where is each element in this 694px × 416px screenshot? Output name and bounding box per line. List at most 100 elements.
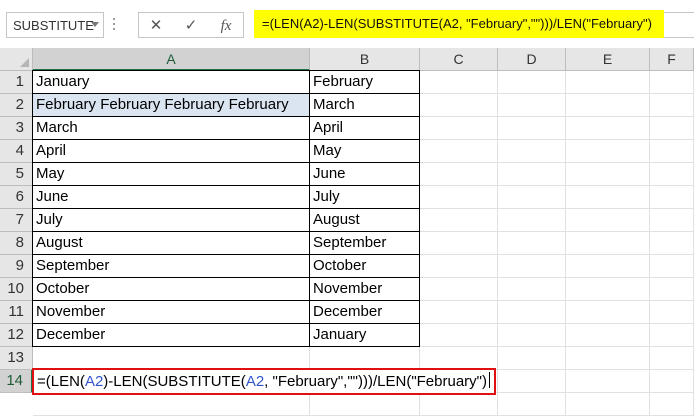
empty-cell[interactable]: [566, 255, 650, 278]
empty-cell[interactable]: [650, 393, 694, 416]
empty-cell[interactable]: [566, 163, 650, 186]
drag-handle-icon[interactable]: [112, 10, 118, 38]
empty-cell[interactable]: [566, 186, 650, 209]
empty-cell[interactable]: [420, 117, 498, 140]
cell-a10[interactable]: October: [32, 278, 310, 301]
empty-cell[interactable]: [566, 347, 650, 370]
empty-cell[interactable]: [566, 71, 650, 94]
empty-cell[interactable]: [33, 393, 310, 416]
cell-b5[interactable]: June: [310, 163, 420, 186]
empty-cell[interactable]: [420, 324, 498, 347]
empty-cell[interactable]: [650, 324, 694, 347]
formula-bar-expand[interactable]: [664, 12, 694, 38]
cell-a3[interactable]: March: [32, 117, 310, 140]
empty-cell[interactable]: [650, 347, 694, 370]
cancel-icon[interactable]: ✕: [145, 17, 167, 35]
empty-cell[interactable]: [498, 71, 566, 94]
row-header-11[interactable]: 11: [0, 301, 33, 324]
empty-cell[interactable]: [498, 117, 566, 140]
empty-cell[interactable]: [498, 186, 566, 209]
empty-cell[interactable]: [650, 117, 694, 140]
cell-b8[interactable]: September: [310, 232, 420, 255]
chevron-down-icon[interactable]: [91, 22, 99, 27]
row-header-1[interactable]: 1: [0, 71, 33, 94]
cell-a9[interactable]: September: [32, 255, 310, 278]
insert-function-icon[interactable]: fx: [215, 17, 237, 35]
cell-b7[interactable]: August: [310, 209, 420, 232]
empty-cell[interactable]: [566, 117, 650, 140]
empty-cell[interactable]: [566, 278, 650, 301]
cell-b4[interactable]: May: [310, 140, 420, 163]
empty-cell[interactable]: [566, 209, 650, 232]
empty-cell[interactable]: [498, 370, 566, 393]
empty-cell[interactable]: [498, 393, 566, 416]
row-header-2[interactable]: 2: [0, 94, 33, 117]
empty-cell[interactable]: [498, 324, 566, 347]
empty-cell[interactable]: [650, 232, 694, 255]
column-header-f[interactable]: F: [650, 48, 694, 71]
row-header-13[interactable]: 13: [0, 347, 33, 370]
name-box[interactable]: SUBSTITUTE: [6, 12, 104, 38]
cell-a11[interactable]: November: [32, 301, 310, 324]
cell-b11[interactable]: December: [310, 301, 420, 324]
empty-cell[interactable]: [650, 278, 694, 301]
empty-cell[interactable]: [498, 278, 566, 301]
cell-b2[interactable]: March: [310, 94, 420, 117]
empty-cell[interactable]: [420, 347, 498, 370]
empty-cell[interactable]: [498, 140, 566, 163]
column-header-c[interactable]: C: [420, 48, 498, 71]
cell-a4[interactable]: April: [32, 140, 310, 163]
cell-b10[interactable]: November: [310, 278, 420, 301]
select-all-corner[interactable]: [0, 48, 33, 71]
cell-grid[interactable]: January February February February Februa…: [32, 70, 694, 416]
editing-cell-a14[interactable]: =(LEN(A2)-LEN(SUBSTITUTE(A2, "February",…: [32, 368, 496, 395]
empty-cell[interactable]: [420, 301, 498, 324]
empty-cell[interactable]: [650, 255, 694, 278]
empty-cell[interactable]: [498, 301, 566, 324]
empty-cell[interactable]: [498, 232, 566, 255]
cell-a7[interactable]: July: [32, 209, 310, 232]
empty-cell[interactable]: [420, 232, 498, 255]
empty-cell[interactable]: [650, 140, 694, 163]
enter-check-icon[interactable]: ✓: [180, 17, 202, 35]
empty-cell[interactable]: [33, 347, 310, 370]
empty-cell[interactable]: [498, 94, 566, 117]
row-header-10[interactable]: 10: [0, 278, 33, 301]
row-header-7[interactable]: 7: [0, 209, 33, 232]
empty-cell[interactable]: [566, 140, 650, 163]
empty-cell[interactable]: [650, 301, 694, 324]
empty-cell[interactable]: [420, 163, 498, 186]
row-header-9[interactable]: 9: [0, 255, 33, 278]
cell-a5[interactable]: May: [32, 163, 310, 186]
empty-cell[interactable]: [420, 140, 498, 163]
empty-cell[interactable]: [420, 278, 498, 301]
column-header-e[interactable]: E: [566, 48, 650, 71]
empty-cell[interactable]: [420, 255, 498, 278]
cell-a8[interactable]: August: [32, 232, 310, 255]
cell-b1[interactable]: February: [310, 70, 420, 94]
cell-b3[interactable]: April: [310, 117, 420, 140]
column-header-b[interactable]: B: [310, 48, 420, 71]
empty-cell[interactable]: [420, 186, 498, 209]
empty-cell[interactable]: [650, 370, 694, 393]
column-header-a[interactable]: A: [33, 48, 310, 71]
row-header-8[interactable]: 8: [0, 232, 33, 255]
empty-cell[interactable]: [498, 255, 566, 278]
cell-b12[interactable]: January: [310, 324, 420, 347]
empty-cell[interactable]: [566, 370, 650, 393]
row-header-4[interactable]: 4: [0, 140, 33, 163]
empty-cell[interactable]: [420, 209, 498, 232]
empty-cell[interactable]: [420, 393, 498, 416]
empty-cell[interactable]: [650, 94, 694, 117]
empty-cell[interactable]: [566, 393, 650, 416]
row-header-14[interactable]: 14: [0, 370, 33, 393]
empty-cell[interactable]: [498, 163, 566, 186]
cell-a1[interactable]: January: [32, 70, 310, 94]
empty-cell[interactable]: [420, 94, 498, 117]
empty-cell[interactable]: [310, 347, 420, 370]
row-header-12[interactable]: 12: [0, 324, 33, 347]
cell-a12[interactable]: December: [32, 324, 310, 347]
empty-cell[interactable]: [566, 94, 650, 117]
empty-cell[interactable]: [650, 163, 694, 186]
column-header-d[interactable]: D: [498, 48, 566, 71]
